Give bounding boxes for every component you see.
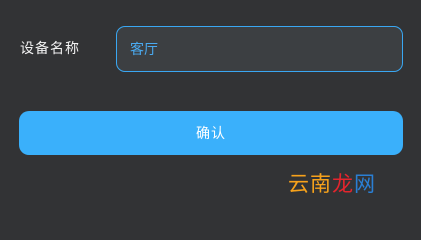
watermark-logo: 云南 龙 网 [288,168,376,198]
watermark-part-2: 龙 [332,172,354,196]
device-name-row: 设备名称 [0,0,421,100]
device-name-label: 设备名称 [20,41,80,57]
watermark-part-1: 云南 [288,172,332,196]
device-name-input[interactable] [116,26,403,72]
confirm-button[interactable]: 确认 [19,111,403,155]
watermark-part-3: 网 [354,172,376,196]
